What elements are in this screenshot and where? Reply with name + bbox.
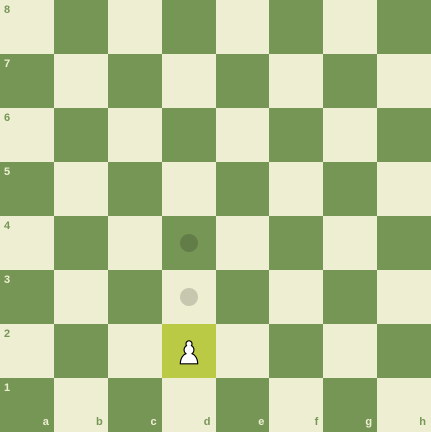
square-a8[interactable]: 8 xyxy=(0,0,54,54)
file-label-g: g xyxy=(365,416,373,428)
square-d1[interactable]: d xyxy=(161,378,216,432)
chess-board: 8765432 1abcdefgh xyxy=(0,0,431,432)
square-c6[interactable] xyxy=(107,108,162,162)
square-h8[interactable] xyxy=(377,0,431,54)
square-f6[interactable] xyxy=(269,108,324,162)
file-label-b: b xyxy=(96,416,103,428)
square-g2[interactable] xyxy=(323,324,378,378)
file-label-f: f xyxy=(314,416,319,428)
square-b6[interactable] xyxy=(53,108,108,162)
square-g5[interactable] xyxy=(323,162,378,216)
square-h6[interactable] xyxy=(377,108,431,162)
rank-label-7: 7 xyxy=(4,58,11,70)
square-g8[interactable] xyxy=(323,0,378,54)
file-label-d: d xyxy=(203,416,211,428)
square-g1[interactable]: g xyxy=(323,378,378,432)
square-c1[interactable]: c xyxy=(107,378,162,432)
square-e3[interactable] xyxy=(215,270,270,324)
square-d3[interactable] xyxy=(161,270,216,324)
square-a2[interactable]: 2 xyxy=(0,324,54,378)
square-b2[interactable] xyxy=(53,324,108,378)
square-e1[interactable]: e xyxy=(215,378,270,432)
square-g7[interactable] xyxy=(323,54,378,108)
rank-label-4: 4 xyxy=(4,220,11,232)
rank-label-3: 3 xyxy=(4,274,11,286)
square-b8[interactable] xyxy=(53,0,108,54)
square-f2[interactable] xyxy=(269,324,324,378)
white-pawn-icon[interactable] xyxy=(172,331,206,371)
rank-label-6: 6 xyxy=(4,112,11,124)
square-e4[interactable] xyxy=(215,216,270,270)
square-h4[interactable] xyxy=(377,216,431,270)
square-b3[interactable] xyxy=(53,270,108,324)
square-e7[interactable] xyxy=(215,54,270,108)
square-h2[interactable] xyxy=(377,324,431,378)
square-a1[interactable]: 1a xyxy=(0,378,54,432)
square-f4[interactable] xyxy=(269,216,324,270)
square-a7[interactable]: 7 xyxy=(0,54,54,108)
square-e8[interactable] xyxy=(215,0,270,54)
square-c8[interactable] xyxy=(107,0,162,54)
square-g6[interactable] xyxy=(323,108,378,162)
square-a6[interactable]: 6 xyxy=(0,108,54,162)
square-c3[interactable] xyxy=(107,270,162,324)
square-d7[interactable] xyxy=(161,54,216,108)
square-a3[interactable]: 3 xyxy=(0,270,54,324)
square-f1[interactable]: f xyxy=(269,378,324,432)
square-d6[interactable] xyxy=(161,108,216,162)
square-a4[interactable]: 4 xyxy=(0,216,54,270)
file-label-h: h xyxy=(419,416,426,428)
move-hint-dot[interactable] xyxy=(179,288,198,306)
square-e6[interactable] xyxy=(215,108,270,162)
rank-label-5: 5 xyxy=(4,166,11,178)
square-h5[interactable] xyxy=(377,162,431,216)
square-c5[interactable] xyxy=(107,162,162,216)
square-h7[interactable] xyxy=(377,54,431,108)
square-f8[interactable] xyxy=(269,0,324,54)
square-g4[interactable] xyxy=(323,216,378,270)
square-h1[interactable]: h xyxy=(377,378,431,432)
square-b4[interactable] xyxy=(53,216,108,270)
square-e5[interactable] xyxy=(215,162,270,216)
square-d4[interactable] xyxy=(161,216,216,270)
square-d2[interactable] xyxy=(161,324,216,378)
file-label-c: c xyxy=(150,416,157,428)
square-f5[interactable] xyxy=(269,162,324,216)
square-b5[interactable] xyxy=(53,162,108,216)
rank-label-8: 8 xyxy=(4,4,11,16)
square-b1[interactable]: b xyxy=(53,378,108,432)
square-c4[interactable] xyxy=(107,216,162,270)
square-c7[interactable] xyxy=(107,54,162,108)
square-f3[interactable] xyxy=(269,270,324,324)
square-d8[interactable] xyxy=(161,0,216,54)
square-f7[interactable] xyxy=(269,54,324,108)
rank-label-1: 1 xyxy=(4,382,11,394)
square-d5[interactable] xyxy=(161,162,216,216)
square-c2[interactable] xyxy=(107,324,162,378)
square-g3[interactable] xyxy=(323,270,378,324)
square-h3[interactable] xyxy=(377,270,431,324)
square-a5[interactable]: 5 xyxy=(0,162,54,216)
file-label-a: a xyxy=(42,416,49,428)
square-b7[interactable] xyxy=(53,54,108,108)
file-label-e: e xyxy=(258,416,265,428)
move-hint-dot[interactable] xyxy=(179,234,198,252)
rank-label-2: 2 xyxy=(4,328,11,340)
square-e2[interactable] xyxy=(215,324,270,378)
